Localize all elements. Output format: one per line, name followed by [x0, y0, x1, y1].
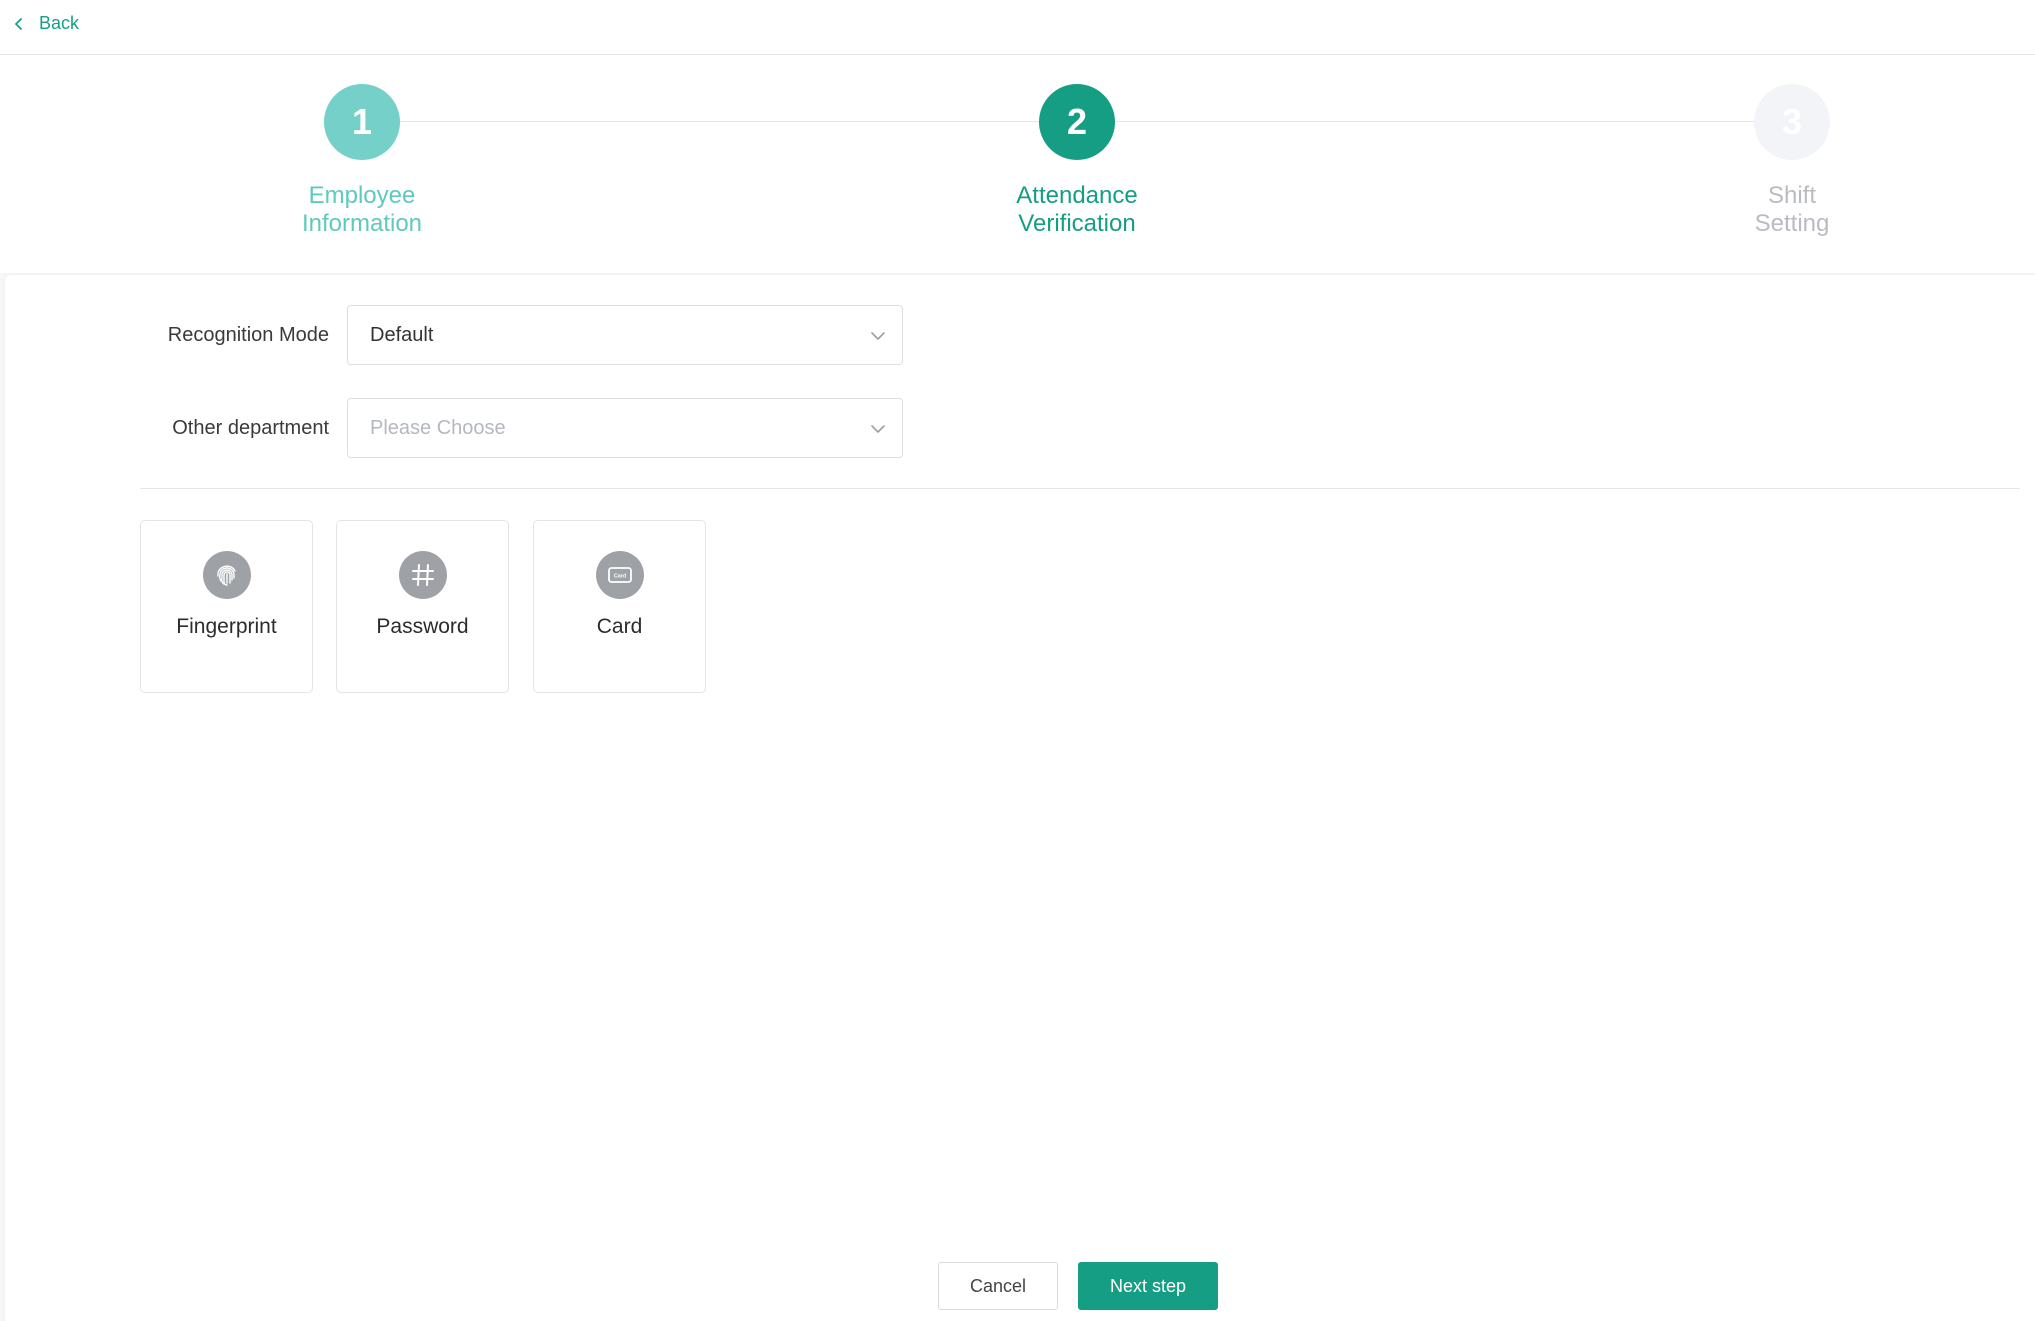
- step-attendance-verification: 2 Attendance Verification: [977, 84, 1177, 238]
- chevron-left-icon: [15, 17, 22, 30]
- recognition-mode-row: Recognition Mode Default: [5, 305, 903, 365]
- step-label: Shift Setting: [1692, 182, 1892, 238]
- steps-progress: 1 Employee Information 2 Attendance Veri…: [0, 55, 2035, 273]
- recognition-mode-select[interactable]: Default: [347, 305, 903, 365]
- next-step-button[interactable]: Next step: [1078, 1262, 1218, 1310]
- step-label-line: Shift: [1767, 182, 1817, 209]
- cancel-button[interactable]: Cancel: [938, 1262, 1058, 1310]
- hash-icon: [398, 551, 447, 599]
- step-connector: [1114, 121, 1754, 122]
- step-employee-information: 1 Employee Information: [262, 84, 462, 238]
- card-icon-text: Card: [613, 574, 626, 580]
- other-department-row: Other department Please Choose: [5, 398, 903, 458]
- top-bar: Back: [0, 0, 2035, 55]
- chevron-down-icon: [871, 425, 885, 433]
- step-connector: [400, 121, 1040, 122]
- recognition-mode-label: Recognition Mode: [167, 323, 329, 346]
- content-panel: Recognition Mode Default Other departmen…: [5, 275, 2035, 1321]
- other-department-placeholder: Please Choose: [370, 416, 506, 439]
- method-fingerprint-card[interactable]: Fingerprint: [140, 520, 313, 693]
- step-number: 2: [1039, 84, 1115, 160]
- method-password-card[interactable]: Password: [336, 520, 509, 693]
- method-card-card[interactable]: Card Card: [533, 520, 706, 693]
- step-label-line: Setting: [1754, 210, 1830, 237]
- card-icon: Card: [595, 551, 644, 599]
- step-label: Employee Information: [262, 182, 462, 238]
- method-card-label: Card: [596, 615, 643, 638]
- step-label: Attendance Verification: [977, 182, 1177, 238]
- step-label-line: Attendance: [1016, 182, 1138, 209]
- back-link[interactable]: Back: [9, 13, 79, 34]
- method-fingerprint-label: Fingerprint: [176, 615, 277, 638]
- step-number: 1: [324, 84, 400, 160]
- recognition-mode-value: Default: [370, 323, 434, 346]
- step-label-line: Employee: [308, 182, 416, 209]
- section-divider: [140, 488, 2020, 489]
- method-password-label: Password: [376, 615, 469, 638]
- back-label: Back: [39, 13, 80, 33]
- step-number: 3: [1754, 84, 1830, 160]
- step-label-line: Verification: [1018, 210, 1136, 237]
- fingerprint-icon: [202, 551, 251, 599]
- other-department-label: Other department: [172, 416, 329, 439]
- step-label-line: Information: [301, 210, 423, 237]
- step-shift-setting: 3 Shift Setting: [1692, 84, 1892, 238]
- chevron-down-icon: [871, 332, 885, 340]
- other-department-select[interactable]: Please Choose: [347, 398, 903, 458]
